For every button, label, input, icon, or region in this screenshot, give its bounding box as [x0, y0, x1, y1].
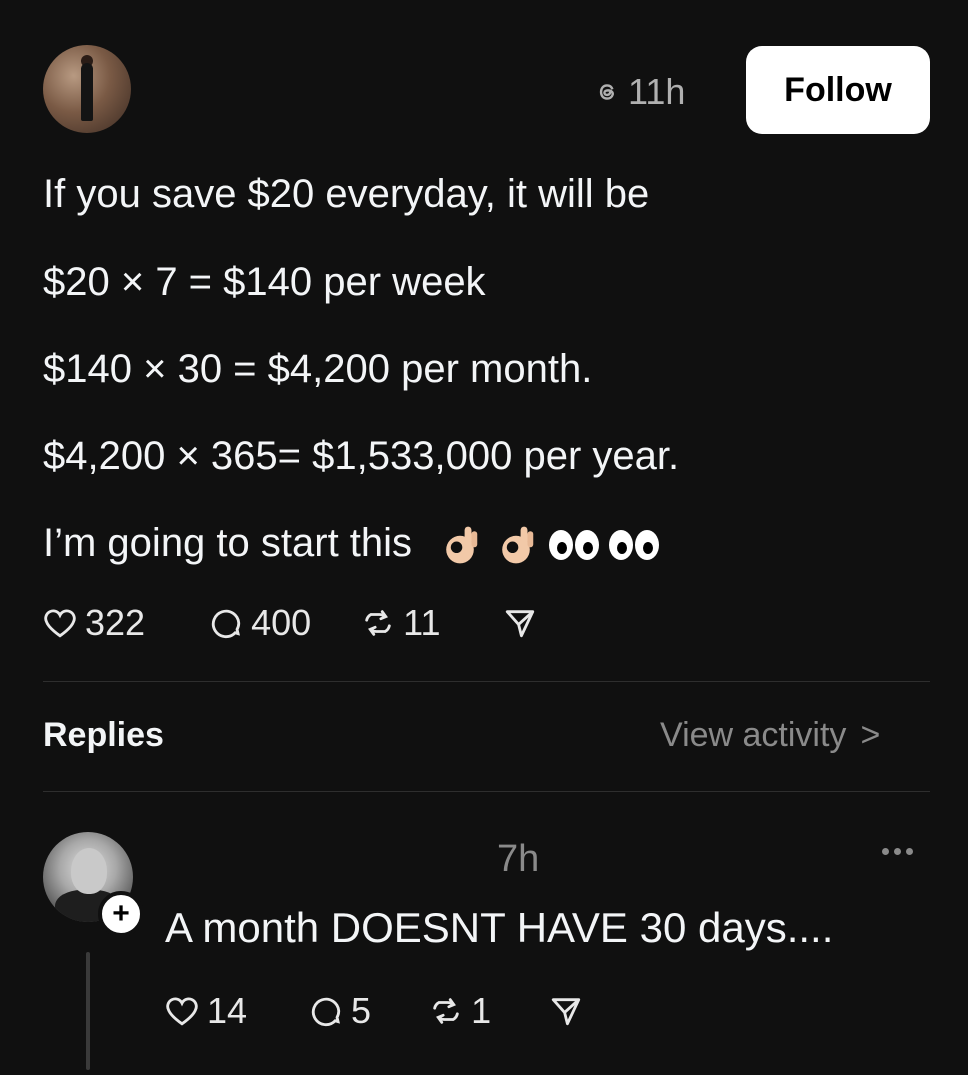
like-button[interactable]: 322 [43, 602, 145, 644]
post-text-line-5: I’m going to start this [43, 519, 660, 568]
share-icon [505, 610, 534, 638]
threads-icon [599, 84, 614, 100]
heart-icon [166, 997, 198, 1026]
comment-button[interactable]: 400 [209, 602, 311, 644]
eyes-icon [609, 530, 660, 561]
repost-icon [433, 998, 459, 1024]
reply-comment-count: 5 [351, 990, 372, 1031]
reply-repost-button[interactable]: 1 [429, 990, 491, 1032]
post-text-line-1: If you save $20 everyday, it will be [43, 172, 650, 216]
post-meta: 11h [594, 71, 686, 112]
post-time: 11h [628, 71, 686, 112]
more-icon[interactable] [876, 842, 919, 861]
post-actions: 322 400 11 [43, 600, 537, 646]
thread-line [86, 952, 90, 1070]
avatar-figure [81, 63, 93, 121]
author-avatar[interactable] [43, 45, 131, 133]
replies-label: Replies [43, 716, 164, 754]
divider [43, 681, 930, 682]
reply-share-button[interactable] [549, 994, 583, 1028]
chevron-right-icon: > [860, 716, 881, 754]
emoji-group [437, 522, 660, 568]
follow-button[interactable]: Follow [746, 46, 930, 134]
comment-icon [311, 997, 341, 1027]
share-icon [551, 998, 581, 1026]
reply-text: A month DOESNT HAVE 30 days.... [165, 904, 834, 951]
post-text-line-5-text: I’m going to start this [43, 521, 413, 565]
comment-icon [212, 609, 241, 639]
heart-icon [44, 609, 76, 638]
repost-button[interactable]: 11 [361, 602, 441, 644]
ok-hand-icon [446, 527, 478, 564]
view-activity-link[interactable]: View activity > [660, 716, 880, 755]
reply-repost-count: 1 [471, 990, 492, 1031]
repost-icon [365, 610, 391, 636]
view-activity-label: View activity [660, 716, 847, 754]
eyes-icon [549, 530, 600, 561]
like-count: 322 [85, 602, 146, 643]
reply-like-count: 14 [207, 990, 248, 1031]
post-text-line-4: $4,200 × 365= $1,533,000 per year. [43, 434, 680, 478]
post-text-line-2: $20 × 7 = $140 per week [43, 260, 486, 304]
share-button[interactable] [503, 606, 537, 640]
repost-count: 11 [403, 602, 441, 643]
ok-hand-icon [502, 527, 534, 564]
follow-plus-button[interactable]: + [98, 891, 144, 937]
post-text-line-3: $140 × 30 = $4,200 per month. [43, 347, 593, 391]
reply-actions: 14 5 1 [165, 988, 583, 1034]
divider [43, 791, 930, 792]
reply-comment-button[interactable]: 5 [309, 990, 371, 1032]
reply-time: 7h [497, 838, 540, 880]
reply-like-button[interactable]: 14 [165, 990, 247, 1032]
comment-count: 400 [251, 602, 312, 643]
